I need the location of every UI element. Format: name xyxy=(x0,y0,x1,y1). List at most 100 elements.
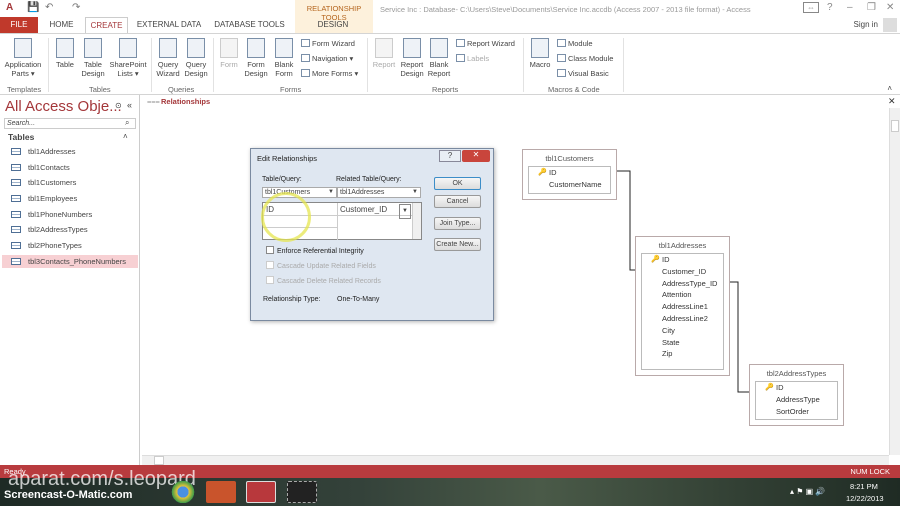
query-wizard-button[interactable]: Query Wizard xyxy=(155,38,181,78)
close-document-icon[interactable]: ✕ xyxy=(888,96,896,107)
macro-button[interactable]: Macro xyxy=(527,38,553,69)
cascade-delete-checkbox[interactable]: Cascade Delete Related Records xyxy=(266,276,381,285)
save-icon[interactable]: 💾 xyxy=(27,2,39,13)
powerpoint-taskbar-icon[interactable] xyxy=(206,481,236,503)
labels-button[interactable]: Labels xyxy=(456,54,489,63)
tab-design[interactable]: DESIGN xyxy=(308,17,358,33)
field[interactable]: AddressLine1 xyxy=(642,301,723,313)
field[interactable]: 🔑 ID xyxy=(756,382,837,394)
tab-database-tools[interactable]: DATABASE TOOLS xyxy=(212,17,287,33)
join-type-button[interactable]: Join Type... xyxy=(434,217,481,230)
report-wizard-button[interactable]: Report Wizard xyxy=(456,39,515,48)
screencast-taskbar-icon[interactable] xyxy=(287,481,317,503)
field[interactable]: AddressType xyxy=(756,394,837,406)
grid-scrollbar[interactable] xyxy=(412,203,421,239)
field[interactable]: 🔑 ID xyxy=(642,254,723,266)
nav-pane-title[interactable]: All Access Obje... xyxy=(5,98,122,115)
table-query-select[interactable]: tbl1Customers ▼ xyxy=(262,187,337,198)
collapse-section-icon[interactable]: ˄ xyxy=(123,132,128,141)
nav-item[interactable]: tbl2AddressTypes xyxy=(2,223,138,236)
report-design-button[interactable]: Report Design xyxy=(398,38,426,78)
primary-field-input[interactable]: ID xyxy=(263,203,338,216)
nav-item[interactable]: tbl1Customers xyxy=(2,176,138,189)
help-button[interactable]: ? xyxy=(439,150,461,162)
chrome-taskbar-icon[interactable] xyxy=(168,481,198,503)
clock-time[interactable]: 8:21 PM xyxy=(850,482,878,491)
nav-item[interactable]: tbl2PhoneTypes xyxy=(2,239,138,252)
avatar[interactable] xyxy=(883,18,897,32)
search-icon[interactable]: ⌕ xyxy=(125,118,129,128)
undo-icon[interactable]: ↶ xyxy=(45,2,53,13)
button-label: Blank Report xyxy=(427,60,451,78)
field[interactable]: 🔑 ID xyxy=(529,167,610,179)
collapse-ribbon-icon[interactable]: ˄ xyxy=(887,84,892,93)
ok-button[interactable]: OK xyxy=(434,177,481,190)
cascade-update-checkbox[interactable]: Cascade Update Related Fields xyxy=(266,261,376,270)
visual-basic-button[interactable]: Visual Basic xyxy=(557,69,609,78)
form-button[interactable]: Form xyxy=(217,38,241,69)
table-button[interactable]: Table xyxy=(52,38,78,69)
cancel-button[interactable]: Cancel xyxy=(434,195,481,208)
field[interactable]: AddressType_ID xyxy=(642,278,723,290)
tables-section-header[interactable]: Tables xyxy=(8,132,34,142)
class-module-button[interactable]: Class Module xyxy=(557,54,613,63)
sharepoint-lists-button[interactable]: SharePoint Lists ▾ xyxy=(108,38,148,78)
tab-relationships[interactable]: ⩶ Relationships xyxy=(145,96,215,108)
blank-report-button[interactable]: Blank Report xyxy=(426,38,452,78)
application-parts-button[interactable]: Application Parts ▾ xyxy=(2,38,44,78)
vertical-scrollbar[interactable] xyxy=(889,108,900,455)
help-button[interactable]: ? xyxy=(827,2,833,13)
module-button[interactable]: Module xyxy=(557,39,593,48)
form-design-button[interactable]: Form Design xyxy=(243,38,269,78)
checkbox-label: Cascade Delete Related Records xyxy=(277,278,381,285)
access-taskbar-icon[interactable] xyxy=(246,481,276,503)
nav-item[interactable]: tbl1Addresses xyxy=(2,145,138,158)
field[interactable]: SortOrder xyxy=(756,406,837,418)
create-new-button[interactable]: Create New... xyxy=(434,238,481,251)
field[interactable]: Attention xyxy=(642,289,723,301)
minimize-button[interactable]: – xyxy=(847,2,853,13)
navigation-button[interactable]: Navigation ▾ xyxy=(301,54,353,63)
tab-external-data[interactable]: EXTERNAL DATA xyxy=(134,17,204,33)
tab-home[interactable]: HOME xyxy=(45,17,78,33)
nav-item-selected[interactable]: tbl3Contacts_PhoneNumbers xyxy=(2,255,138,268)
restore-ribbon-icon[interactable]: ⇔ xyxy=(803,2,819,13)
table-box-addresstypes[interactable]: tbl2AddressTypes 🔑 ID AddressType SortOrder xyxy=(749,364,844,426)
shutter-bar-icon[interactable]: « xyxy=(127,100,132,110)
more-forms-button[interactable]: More Forms ▾ xyxy=(301,69,358,78)
related-table-select[interactable]: tbl1Addresses ▼ xyxy=(337,187,421,198)
field[interactable]: CustomerName xyxy=(529,179,610,191)
tab-create[interactable]: CREATE xyxy=(85,17,128,33)
button-label: Blank Form xyxy=(274,60,294,78)
query-design-button[interactable]: Query Design xyxy=(183,38,209,78)
nav-item[interactable]: tbl1Employees xyxy=(2,192,138,205)
nav-item[interactable]: tbl1Contacts xyxy=(2,161,138,174)
nav-search-input[interactable]: Search... xyxy=(4,118,136,129)
table-box-addresses[interactable]: tbl1Addresses 🔑 ID Customer_ID AddressType_… xyxy=(635,236,730,376)
nav-menu-icon[interactable]: ⊙ xyxy=(115,101,122,110)
field[interactable]: AddressLine2 xyxy=(642,313,723,325)
table-design-button[interactable]: Table Design xyxy=(80,38,106,78)
dialog-close-button[interactable]: ✕ xyxy=(462,150,490,162)
blank-form-button[interactable]: Blank Form xyxy=(272,38,296,78)
dropdown-icon[interactable]: ▼ xyxy=(399,204,411,219)
tray-icons[interactable]: ▴ ⚑ ▣ 🔊 xyxy=(790,487,825,496)
related-field-select[interactable]: Customer_ID ▼ xyxy=(338,203,413,219)
table-box-customers[interactable]: tbl1Customers 🔑 ID CustomerName xyxy=(522,149,617,200)
field[interactable]: Customer_ID xyxy=(642,266,723,278)
field-grid[interactable]: ID Customer_ID ▼ xyxy=(262,202,422,240)
field[interactable]: City xyxy=(642,325,723,337)
close-button[interactable]: ✕ xyxy=(886,2,894,13)
redo-icon[interactable]: ↷ xyxy=(72,2,80,13)
sign-in-link[interactable]: Sign in xyxy=(854,20,878,29)
tab-file[interactable]: FILE xyxy=(0,17,38,33)
form-wizard-button[interactable]: Form Wizard xyxy=(301,39,355,48)
nav-item[interactable]: tbl1PhoneNumbers xyxy=(2,208,138,221)
clock-date[interactable]: 12/22/2013 xyxy=(846,494,884,503)
maximize-button[interactable]: ❐ xyxy=(867,2,876,13)
field[interactable]: Zip xyxy=(642,348,723,360)
enforce-integrity-checkbox[interactable]: Enforce Referential Integrity xyxy=(266,246,364,255)
horizontal-scrollbar[interactable] xyxy=(142,455,889,465)
report-button[interactable]: Report xyxy=(371,38,397,69)
field[interactable]: State xyxy=(642,337,723,349)
